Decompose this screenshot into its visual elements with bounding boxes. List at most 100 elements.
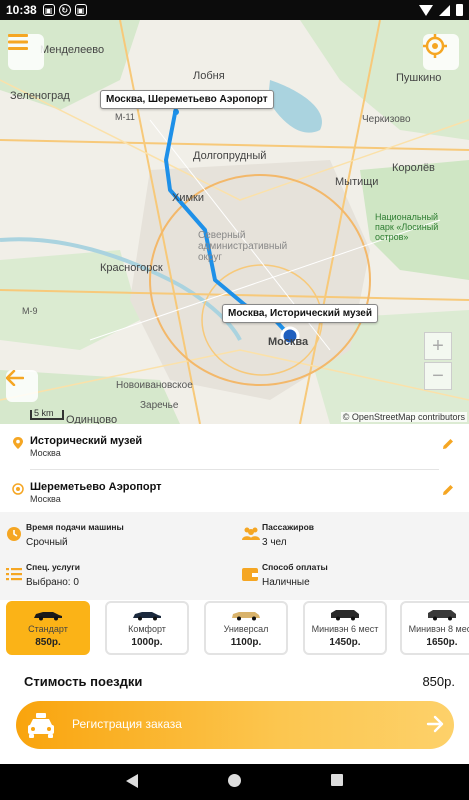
pickup-time-value: Срочный (26, 537, 68, 548)
status-time: 10:38 (6, 3, 37, 17)
arrow-right-icon (426, 715, 444, 733)
car-icon (133, 612, 161, 621)
payment-method-option[interactable]: Способ оплаты Наличные (236, 556, 466, 596)
tariff-name: Стандарт (28, 624, 68, 634)
map-label-krasnogorsk: Красногорск (100, 262, 163, 274)
tariff-card-comfort[interactable]: Комфорт 1000р. (105, 601, 189, 655)
map-label-cherkizovo: Черкизово (362, 114, 411, 125)
tariff-name: Универсал (223, 624, 269, 634)
tariff-price: 1450р. (329, 637, 361, 648)
van-icon (331, 610, 359, 621)
map-scale-label: 5 km (34, 408, 54, 418)
signal-icon (439, 4, 450, 16)
to-address-row[interactable]: Шереметьево Аэропорт Москва (0, 472, 469, 516)
map-label-novoivanovskoe: Новоивановское (116, 380, 193, 391)
trip-cost-label: Стимость поездки (24, 674, 143, 689)
passengers-label: Пассажиров (262, 522, 314, 532)
address-divider (30, 469, 439, 470)
tariff-price: 1100р. (230, 637, 262, 648)
battery-icon (456, 4, 463, 16)
taxi-icon (28, 713, 54, 738)
back-button[interactable] (6, 370, 38, 402)
car-icon (34, 612, 62, 621)
tariff-price: 850р. (35, 637, 61, 648)
order-panel: Исторический музей Москва Шереметьево Аэ… (0, 424, 469, 764)
passengers-value: 3 чел (262, 537, 287, 548)
status-bar: 10:38 ▣ ↻ ▣ (0, 0, 469, 20)
tariff-price: 1650р. (426, 637, 458, 648)
map-label-m11: М-11 (115, 112, 135, 122)
map-label-korolev: Королёв (392, 162, 435, 174)
from-address-title: Исторический музей (30, 435, 143, 447)
map-label-moskva: Москва (268, 336, 309, 348)
clock-icon (7, 527, 21, 541)
app-notification-icon: ▣ (42, 4, 55, 16)
tariff-name: Минивэн 6 мест (311, 624, 379, 634)
from-address-city: Москва (30, 448, 61, 458)
special-services-label: Спец. услуги (26, 562, 80, 572)
map-view[interactable]: Менделеево Зеленоград Лобня Пушкино Черк… (0, 20, 469, 424)
wallet-icon (242, 568, 258, 581)
map-label-odintsovo: Одинцово (66, 414, 118, 424)
map-attribution[interactable]: © OpenStreetMap contributors (340, 412, 467, 422)
register-order-button[interactable]: Регистрация заказа (16, 701, 454, 749)
tariff-list: Стандарт 850р. Комфорт 1000р. Универсал … (0, 598, 469, 660)
map-label-sev-okrug: Северный административный округ (198, 230, 288, 263)
callout-airport[interactable]: Москва, Шереметьево Аэропорт (100, 90, 274, 109)
order-options: Время подачи машины Срочный Пассажиров 3… (0, 512, 469, 600)
pickup-time-option[interactable]: Время подачи машины Срочный (0, 516, 230, 556)
register-order-label: Регистрация заказа (72, 717, 182, 731)
tariff-card-minivan-8[interactable]: Минивэн 8 мест 1650р. (400, 601, 469, 655)
map-label-zelenograd: Зеленоград (10, 90, 70, 102)
nav-recents-icon[interactable] (331, 774, 343, 786)
crosshair-icon (423, 34, 447, 58)
to-address-title: Шереметьево Аэропорт (30, 481, 162, 493)
tariff-name: Комфорт (128, 624, 166, 634)
arrow-left-icon (6, 370, 24, 386)
tariff-card-minivan-6[interactable]: Минивэн 6 мест 1450р. (303, 601, 387, 655)
passengers-option[interactable]: Пассажиров 3 чел (236, 516, 466, 556)
map-scale: 5 km (30, 408, 64, 420)
zoom-out-button[interactable]: − (424, 362, 452, 390)
trip-cost-value: 850р. (422, 674, 455, 689)
special-services-option[interactable]: Спец. услуги Выбрано: 0 (0, 556, 230, 596)
tariff-price: 1000р. (131, 637, 163, 648)
destination-target-icon (12, 483, 24, 495)
payment-method-label: Способ оплаты (262, 562, 328, 572)
map-label-pushkino: Пушкино (396, 72, 442, 84)
payment-method-value: Наличные (262, 577, 310, 588)
car-icon (232, 612, 260, 621)
to-address-city: Москва (30, 494, 61, 504)
map-label-dolgoprudny: Долгопрудный (193, 150, 267, 162)
van-icon (428, 610, 456, 621)
hamburger-icon (8, 34, 28, 50)
sync-icon: ↻ (58, 4, 71, 16)
special-services-value: Выбрано: 0 (26, 577, 79, 588)
map-label-khimki: Химки (172, 192, 205, 204)
nav-home-icon[interactable] (228, 774, 241, 787)
map-label-mendeleevo: Менделеево (40, 44, 105, 56)
pencil-icon[interactable] (441, 483, 455, 497)
map-label-losiny: Национальный парк «Лосиный остров» (375, 212, 439, 242)
list-icon (6, 568, 22, 581)
map-label-zarechye: Заречье (140, 400, 179, 411)
tariff-card-universal[interactable]: Универсал 1100р. (204, 601, 288, 655)
from-address-row[interactable]: Исторический музей Москва (0, 426, 469, 470)
zoom-in-button[interactable]: + (424, 332, 452, 360)
map-label-mytishchi: Мытищи (335, 176, 379, 188)
my-location-button[interactable] (423, 34, 459, 70)
menu-button[interactable] (8, 34, 44, 70)
people-icon (242, 527, 260, 540)
callout-museum[interactable]: Москва, Исторический музей (222, 304, 379, 323)
system-nav-bar (0, 764, 469, 800)
pickup-time-label: Время подачи машины (26, 522, 124, 532)
map-label-m9: М-9 (22, 306, 38, 316)
wifi-icon (419, 4, 433, 16)
app-notification-icon: ▣ (74, 4, 87, 16)
map-pin-icon (13, 437, 23, 449)
nav-back-icon[interactable] (126, 774, 138, 788)
tariff-card-standard[interactable]: Стандарт 850р. (6, 601, 90, 655)
map-label-lobnya: Лобня (193, 70, 225, 82)
tariff-name: Минивэн 8 мест (408, 624, 469, 634)
pencil-icon[interactable] (441, 437, 455, 451)
